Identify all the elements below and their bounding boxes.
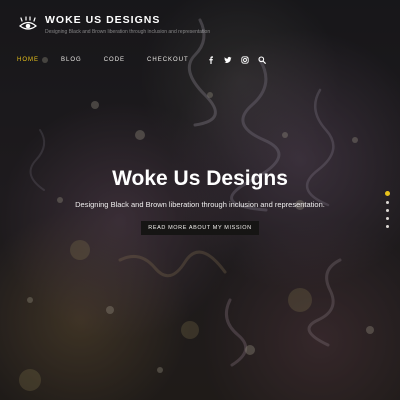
- main-navigation: HOME BLOG CODE CHECKOUT: [17, 54, 397, 66]
- nav-item-code[interactable]: CODE: [104, 55, 125, 65]
- nav-item-checkout[interactable]: CHECKOUT: [147, 55, 189, 65]
- brand-text: WOKE US DESIGNS Designing Black and Brow…: [45, 12, 210, 36]
- logo-link[interactable]: WOKE US DESIGNS Designing Black and Brow…: [18, 12, 210, 36]
- twitter-icon[interactable]: [223, 56, 232, 64]
- slider-dot-5[interactable]: [386, 225, 389, 228]
- hero-subtitle: Designing Black and Brown liberation thr…: [75, 200, 325, 209]
- hero-title: Woke Us Designs: [112, 167, 288, 190]
- slider-pagination: [384, 185, 392, 230]
- slider-dot-4[interactable]: [386, 217, 389, 220]
- slider-dot-2[interactable]: [386, 201, 389, 204]
- site-header: WOKE US DESIGNS Designing Black and Brow…: [0, 0, 400, 80]
- slider-dot-3[interactable]: [386, 209, 389, 212]
- eye-logo-icon: [19, 16, 37, 30]
- nav-item-home[interactable]: HOME: [17, 55, 39, 65]
- site-tagline: Designing Black and Brown liberation thr…: [45, 29, 211, 35]
- hero-section: Woke Us Designs Designing Black and Brow…: [0, 165, 400, 235]
- slider-dot-1[interactable]: [385, 191, 390, 196]
- instagram-icon[interactable]: [241, 56, 249, 64]
- search-icon[interactable]: [258, 56, 266, 64]
- read-more-button[interactable]: READ MORE ABOUT MY MISSION: [141, 221, 259, 235]
- facebook-icon[interactable]: [207, 56, 215, 64]
- nav-item-blog[interactable]: BLOG: [61, 55, 82, 65]
- site-title[interactable]: WOKE US DESIGNS: [45, 12, 210, 28]
